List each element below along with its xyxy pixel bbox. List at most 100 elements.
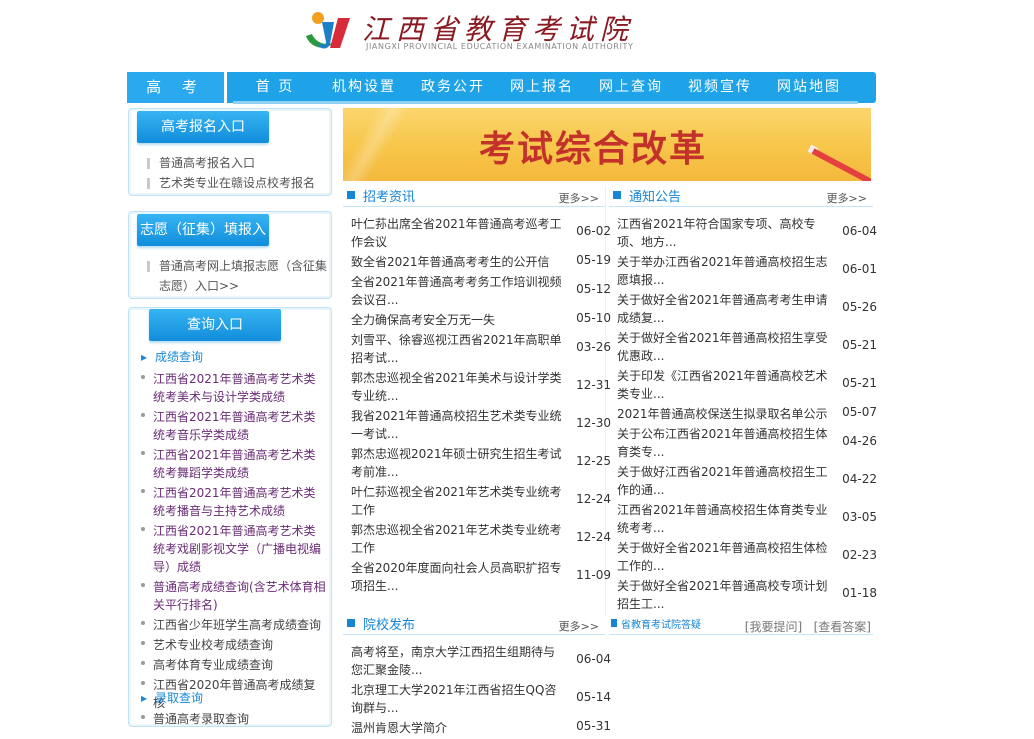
news-title[interactable]: 北京理工大学2021年江西省招生QQ咨询群与... xyxy=(351,681,563,717)
news-title[interactable]: 温州肯恩大学简介 xyxy=(351,719,563,737)
news-row[interactable]: 郭杰忠巡视2021年硕士研究生招生考试考前准... 12-25 xyxy=(351,445,611,481)
news-title[interactable]: 关于印发《江西省2021年普通高校艺术类专业... xyxy=(617,367,829,403)
news-title[interactable]: 叶仁荪巡视全省2021年艺术类专业统考工作 xyxy=(351,483,563,519)
news-row[interactable]: 关于举办江西省2021年普通高校招生志愿填报... 06-01 xyxy=(617,253,877,289)
news-date: 12-31 xyxy=(576,378,611,392)
news-row[interactable]: 江西省2021年普通高校招生体育类专业统考考... 03-05 xyxy=(617,501,877,537)
news-date: 05-19 xyxy=(576,253,611,267)
site-section-label[interactable]: 高 考 xyxy=(127,72,227,103)
news-title[interactable]: 关于做好全省2021年普通高校招生体检工作的... xyxy=(617,539,829,575)
list-item[interactable]: 江西省2021年普通高考艺术类统考音乐学类成绩 xyxy=(141,408,327,444)
link-volunteer-fill[interactable]: 普通高考网上填报志愿（含征集志愿）入口>> xyxy=(147,256,327,296)
reform-banner[interactable]: 考试综合改革 xyxy=(343,108,871,181)
news-row[interactable]: 郭杰忠巡视全省2021年美术与设计学类专业统... 12-31 xyxy=(351,369,611,405)
news-date: 05-14 xyxy=(576,690,611,704)
link-art-register[interactable]: 艺术类专业在赣设点校考报名 xyxy=(147,173,327,193)
news-title[interactable]: 关于做好江西省2021年普通高校招生工作的通... xyxy=(617,463,829,499)
news-row[interactable]: 高考将至，南京大学江西招生组期待与您汇聚金陵... 06-04 xyxy=(351,643,611,679)
query-panel-title: 查询入口 xyxy=(149,309,281,341)
ask-question-link[interactable]: [我要提问] xyxy=(745,620,802,634)
more-link[interactable]: 更多>> xyxy=(827,190,867,206)
list-item[interactable]: 江西省2021年普通高考艺术类统考戏剧影视文学（广播电视编导）成绩 xyxy=(141,522,327,576)
news-title[interactable]: 我省2021年普通高校招生艺术类专业统一考试... xyxy=(351,407,563,443)
list-item[interactable]: 江西省2021年普通高考艺术类统考美术与设计学类成绩 xyxy=(141,370,327,406)
news-title[interactable]: 高考将至，南京大学江西招生组期待与您汇聚金陵... xyxy=(351,643,563,679)
news-title[interactable]: 江西省2021年普通高校招生体育类专业统考考... xyxy=(617,501,829,537)
news-date: 04-22 xyxy=(842,472,877,486)
news-row[interactable]: 关于印发《江西省2021年普通高校艺术类专业... 05-21 xyxy=(617,367,877,403)
news-row[interactable]: 关于做好全省2021年普通高考考生申请成绩复... 05-26 xyxy=(617,291,877,327)
nav-item-home[interactable]: 首 页 xyxy=(240,72,310,103)
list-item[interactable]: 江西省2021年普通高考艺术类统考播音与主持艺术成绩 xyxy=(141,484,327,520)
nav-item-online-query[interactable]: 网上查询 xyxy=(596,72,666,103)
registration-links: 普通高考报名入口 艺术类专业在赣设点校考报名 xyxy=(147,153,327,193)
qa-links: [我要提问] [查看答案] xyxy=(745,618,871,635)
news-row[interactable]: 关于做好全省2021年普通高校招生体检工作的... 02-23 xyxy=(617,539,877,575)
news-row[interactable]: 郭杰忠巡视全省2021年艺术类专业统考工作 12-24 xyxy=(351,521,611,557)
news-row[interactable]: 江西省2021年符合国家专项、高校专项、地方... 06-04 xyxy=(617,215,877,251)
news-row[interactable]: 致全省2021年普通高考考生的公开信 05-19 xyxy=(351,253,611,271)
news-title[interactable]: 关于做好全省2021年普通高考考生申请成绩复... xyxy=(617,291,829,327)
nav-underline xyxy=(233,101,858,104)
news-row[interactable]: 叶仁荪出席全省2021年普通高考巡考工作会议 06-02 xyxy=(351,215,611,251)
news-title[interactable]: 江西省2021年符合国家专项、高校专项、地方... xyxy=(617,215,829,251)
section-title: 院校发布 xyxy=(363,618,416,633)
news-date: 05-21 xyxy=(842,338,877,352)
news-title[interactable]: 刘雪平、徐睿巡视江西省2021年高职单招考试... xyxy=(351,331,563,367)
news-date: 06-04 xyxy=(576,652,611,666)
news-title[interactable]: 致全省2021年普通高考考生的公开信 xyxy=(351,253,563,271)
nav-item-video[interactable]: 视频宣传 xyxy=(685,72,755,103)
list-item[interactable]: 江西省2021年普通高考艺术类统考舞蹈学类成绩 xyxy=(141,446,327,482)
view-answer-link[interactable]: [查看答案] xyxy=(814,620,871,634)
score-query-heading[interactable]: 成绩查询 xyxy=(141,348,203,365)
list-item[interactable]: 高考体育专业成绩查询 xyxy=(141,656,327,674)
score-query-list: 江西省2021年普通高考艺术类统考美术与设计学类成绩 江西省2021年普通高考艺… xyxy=(141,370,327,714)
link-gaokao-register[interactable]: 普通高考报名入口 xyxy=(147,153,327,173)
news-row[interactable]: 北京理工大学2021年江西省招生QQ咨询群与... 05-14 xyxy=(351,681,611,717)
news-title[interactable]: 郭杰忠巡视全省2021年艺术类专业统考工作 xyxy=(351,521,563,557)
volunteer-panel-title: 志愿（征集）填报入口 xyxy=(137,214,269,270)
news-date: 05-12 xyxy=(576,282,611,296)
news-row[interactable]: 全力确保高考安全万无一失 05-10 xyxy=(351,311,611,329)
news-row[interactable]: 刘雪平、徐睿巡视江西省2021年高职单招考试... 03-26 xyxy=(351,331,611,367)
news-title[interactable]: 关于公布江西省2021年普通高校招生体育类专... xyxy=(617,425,829,461)
news-row[interactable]: 关于做好江西省2021年普通高校招生工作的通... 04-22 xyxy=(617,463,877,499)
news-list: 江西省2021年符合国家专项、高校专项、地方... 06-04 关于举办江西省202… xyxy=(617,215,877,615)
more-link[interactable]: 更多>> xyxy=(559,618,599,634)
nav-item-gov-affairs[interactable]: 政务公开 xyxy=(418,72,488,103)
news-row[interactable]: 关于做好全省2021年普通高校专项计划招生工... 01-18 xyxy=(617,577,877,613)
news-date: 06-01 xyxy=(842,262,877,276)
news-row[interactable]: 叶仁荪巡视全省2021年艺术类专业统考工作 12-24 xyxy=(351,483,611,519)
list-item[interactable]: 普通高考成绩查询(含艺术体育相关平行排名) xyxy=(141,578,327,614)
news-title[interactable]: 全省2020年度面向社会人员高职扩招专项招生... xyxy=(351,559,563,595)
news-row[interactable]: 2021年普通高校保送生拟录取名单公示 05-07 xyxy=(617,405,877,423)
news-title[interactable]: 关于做好全省2021年普通高校招生享受优惠政... xyxy=(617,329,829,365)
news-date: 03-05 xyxy=(842,510,877,524)
news-row[interactable]: 关于公布江西省2021年普通高校招生体育类专... 04-26 xyxy=(617,425,877,461)
news-row[interactable]: 全省2020年度面向社会人员高职扩招专项招生... 11-09 xyxy=(351,559,611,595)
logo-mark-icon xyxy=(306,12,350,49)
news-title[interactable]: 郭杰忠巡视全省2021年美术与设计学类专业统... xyxy=(351,369,563,405)
site-logo[interactable]: 江西省教育考试院 JIANGXI PROVINCIAL EDUCATION EX… xyxy=(300,6,660,56)
news-date: 03-26 xyxy=(576,340,611,354)
list-item[interactable]: 普通高考录取查询 xyxy=(141,710,327,728)
nav-item-online-register[interactable]: 网上报名 xyxy=(507,72,577,103)
list-item[interactable]: 艺术专业校考成绩查询 xyxy=(141,636,327,654)
news-row[interactable]: 我省2021年普通高校招生艺术类专业统一考试... 12-30 xyxy=(351,407,611,443)
news-title[interactable]: 全省2021年普通高考考务工作培训视频会议召... xyxy=(351,273,563,309)
nav-item-sitemap[interactable]: 网站地图 xyxy=(774,72,844,103)
news-title[interactable]: 叶仁荪出席全省2021年普通高考巡考工作会议 xyxy=(351,215,563,251)
news-row[interactable]: 温州肯恩大学简介 05-31 xyxy=(351,719,611,737)
news-title[interactable]: 2021年普通高校保送生拟录取名单公示 xyxy=(617,405,829,423)
news-title[interactable]: 全力确保高考安全万无一失 xyxy=(351,311,563,329)
more-link[interactable]: 更多>> xyxy=(559,190,599,206)
list-item[interactable]: 江西省少年班学生高考成绩查询 xyxy=(141,616,327,634)
news-title[interactable]: 郭杰忠巡视2021年硕士研究生招生考试考前准... xyxy=(351,445,563,481)
news-date: 12-25 xyxy=(576,454,611,468)
news-row[interactable]: 全省2021年普通高考考务工作培训视频会议召... 05-12 xyxy=(351,273,611,309)
news-title[interactable]: 关于做好全省2021年普通高校专项计划招生工... xyxy=(617,577,829,613)
news-title[interactable]: 关于举办江西省2021年普通高校招生志愿填报... xyxy=(617,253,829,289)
nav-item-org[interactable]: 机构设置 xyxy=(329,72,399,103)
news-row[interactable]: 关于做好全省2021年普通高校招生享受优惠政... 05-21 xyxy=(617,329,877,365)
admission-query-heading[interactable]: 录取查询 xyxy=(141,689,203,706)
